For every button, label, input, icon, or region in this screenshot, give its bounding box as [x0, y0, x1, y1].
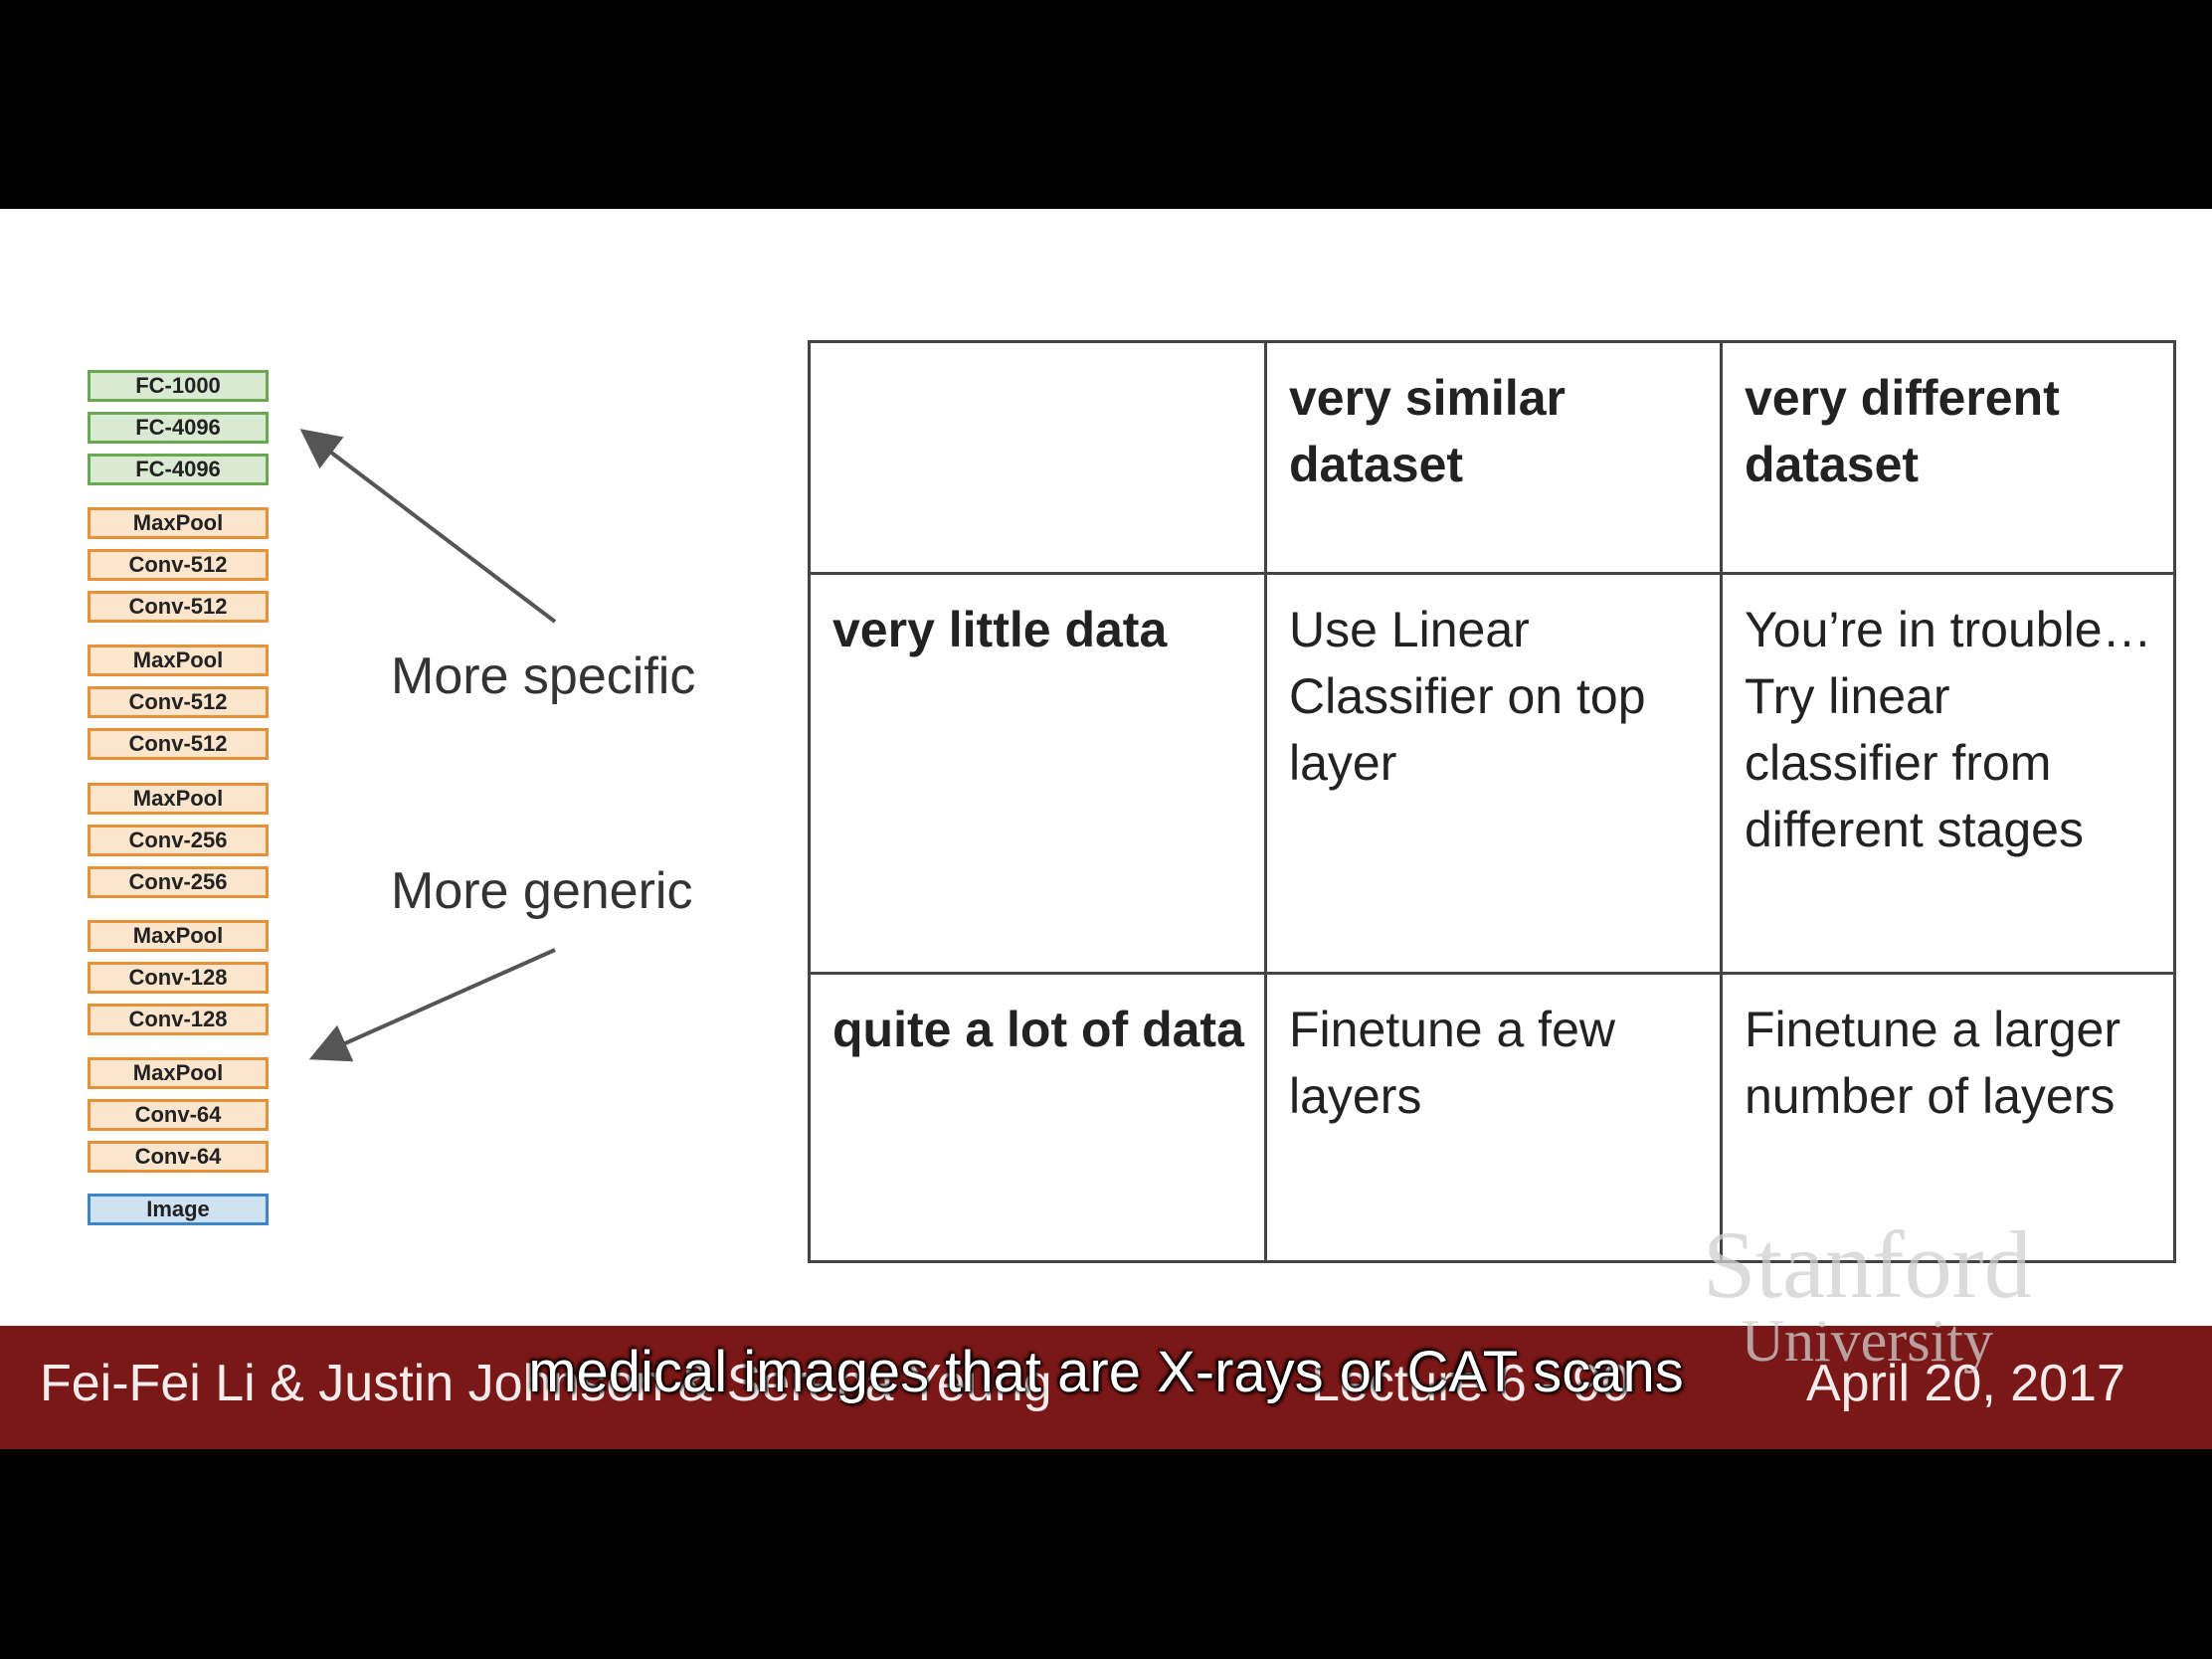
slide: FC-1000 FC-4096 FC-4096 MaxPool Conv-512… — [0, 209, 2212, 1328]
table-cell: Use Linear Classifier on top layer — [1289, 602, 1646, 791]
video-subtitle: medical images that are X-rays or CAT sc… — [528, 1340, 1684, 1404]
row-header-little-data: very little data — [832, 602, 1168, 657]
watermark-line: Stanford — [1703, 1211, 2032, 1318]
table-cell: You’re in trouble… Try linear classifier… — [1745, 602, 2152, 857]
more-generic-label: More generic — [391, 862, 693, 920]
transfer-learning-table: very similar dataset very different data… — [808, 340, 2176, 1263]
table-cell: Finetune a few layers — [1289, 1002, 1615, 1124]
direction-arrows — [299, 429, 557, 1062]
col-header-similar: very similar dataset — [1289, 370, 1566, 492]
row-header-lot-of-data: quite a lot of data — [832, 1002, 1244, 1057]
arrow-up-icon — [299, 429, 557, 624]
more-specific-label: More specific — [391, 647, 696, 705]
arrow-down-icon — [308, 948, 556, 1062]
col-header-different: very different dataset — [1745, 370, 2060, 492]
